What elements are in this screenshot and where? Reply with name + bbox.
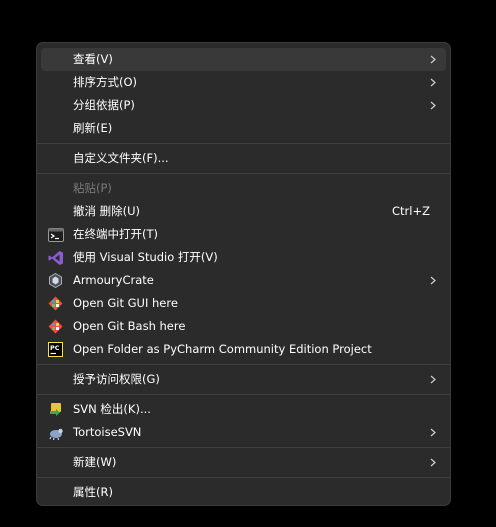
menu-separator — [37, 364, 450, 365]
menu-item-give-access[interactable]: 授予访问权限(G) — [41, 368, 446, 391]
menu-item-customize-folder[interactable]: 自定义文件夹(F)... — [41, 147, 446, 170]
tortoisesvn-icon — [47, 424, 64, 441]
menu-item-armoury-crate[interactable]: ArmouryCrate — [41, 269, 446, 292]
menu-item-label: 属性(R) — [73, 485, 113, 499]
menu-item-open-in-terminal[interactable]: 在终端中打开(T) — [41, 223, 446, 246]
menu-item-label: Open Git GUI here — [73, 296, 178, 310]
menu-item-tortoisesvn[interactable]: TortoiseSVN — [41, 421, 446, 444]
terminal-icon — [47, 226, 64, 243]
menu-item-label: 排序方式(O) — [73, 75, 138, 89]
menu-item-sort-by[interactable]: 排序方式(O) — [41, 71, 446, 94]
visual-studio-icon — [47, 249, 64, 266]
menu-item-new[interactable]: 新建(W) — [41, 451, 446, 474]
svn-checkout-icon — [47, 401, 64, 418]
chevron-right-icon — [430, 101, 436, 110]
menu-item-label: 粘贴(P) — [73, 181, 112, 195]
menu-item-group-by[interactable]: 分组依据(P) — [41, 94, 446, 117]
menu-item-open-as-pycharm-project[interactable]: PC Open Folder as PyCharm Community Edit… — [41, 338, 446, 361]
menu-item-svn-checkout[interactable]: SVN 检出(K)... — [41, 398, 446, 421]
svg-text:PC: PC — [50, 344, 60, 352]
menu-item-label: 自定义文件夹(F)... — [73, 151, 169, 165]
menu-separator — [37, 143, 450, 144]
menu-item-refresh[interactable]: 刷新(E) — [41, 117, 446, 140]
chevron-right-icon — [430, 428, 436, 437]
git-gui-icon — [47, 295, 64, 312]
menu-item-label: Open Git Bash here — [73, 319, 186, 333]
menu-item-label: 使用 Visual Studio 打开(V) — [73, 250, 218, 264]
menu-item-label: 撤消 删除(U) — [73, 204, 141, 218]
menu-item-open-git-gui[interactable]: Open Git GUI here — [41, 292, 446, 315]
menu-item-label: 查看(V) — [73, 52, 113, 66]
armoury-crate-icon — [47, 272, 64, 289]
pycharm-icon: PC — [47, 341, 64, 358]
menu-item-label: 在终端中打开(T) — [73, 227, 158, 241]
chevron-right-icon — [430, 458, 436, 467]
menu-item-label: 刷新(E) — [73, 121, 113, 135]
git-bash-icon — [47, 318, 64, 335]
menu-separator — [37, 173, 450, 174]
chevron-right-icon — [430, 78, 436, 87]
menu-item-label: Open Folder as PyCharm Community Edition… — [73, 342, 372, 356]
menu-item-label: ArmouryCrate — [73, 273, 154, 287]
chevron-right-icon — [430, 276, 436, 285]
menu-separator — [37, 394, 450, 395]
menu-item-open-git-bash[interactable]: Open Git Bash here — [41, 315, 446, 338]
menu-item-label: 分组依据(P) — [73, 98, 135, 112]
menu-item-label: SVN 检出(K)... — [73, 402, 151, 416]
menu-item-undo-delete[interactable]: 撤消 删除(U) Ctrl+Z — [41, 200, 446, 223]
menu-item-properties[interactable]: 属性(R) — [41, 481, 446, 504]
menu-item-label: 新建(W) — [73, 455, 117, 469]
chevron-right-icon — [430, 375, 436, 384]
menu-separator — [37, 447, 450, 448]
menu-item-paste[interactable]: 粘贴(P) — [41, 177, 446, 200]
menu-item-label: TortoiseSVN — [73, 425, 142, 439]
chevron-right-icon — [430, 55, 436, 64]
menu-item-view[interactable]: 查看(V) — [41, 48, 446, 71]
menu-item-open-with-visual-studio[interactable]: 使用 Visual Studio 打开(V) — [41, 246, 446, 269]
context-menu: 查看(V) 排序方式(O) 分组依据(P) 刷新(E) 自定义文件夹(F)...… — [36, 42, 451, 506]
menu-item-shortcut: Ctrl+Z — [392, 204, 430, 218]
menu-separator — [37, 477, 450, 478]
menu-item-label: 授予访问权限(G) — [73, 372, 160, 386]
